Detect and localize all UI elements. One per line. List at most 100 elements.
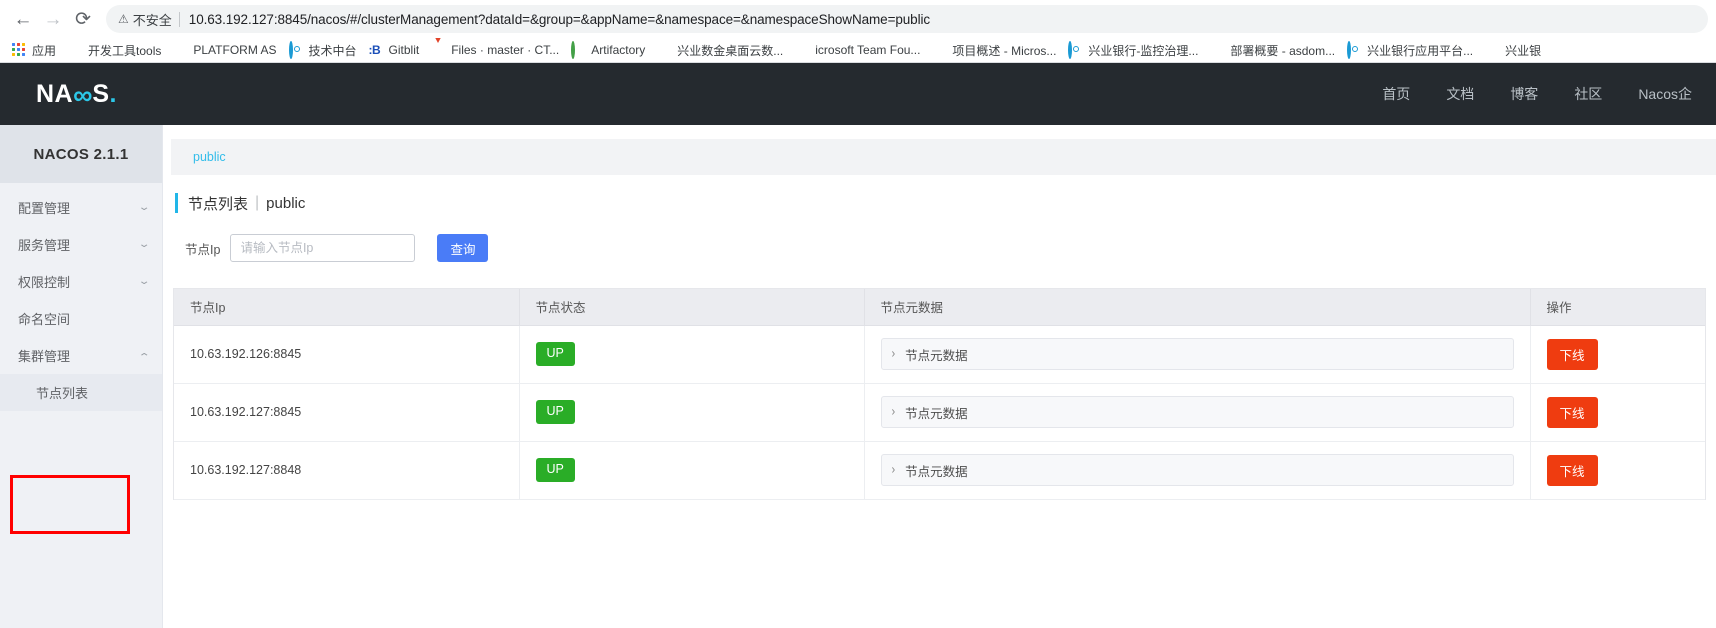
page-title: 节点列表 | public [175,192,1716,214]
nav-item-enterprise[interactable]: Nacos企 [1638,84,1692,104]
search-input[interactable] [230,234,416,262]
offline-button[interactable]: 下线 [1546,396,1598,428]
annotation-highlight-box [10,475,130,534]
page-layout: NACOS 2.1.1 配置管理 ⌄ 服务管理 ⌄ 权限控制 ⌄ 命名空间 集群… [0,125,1716,628]
globe-icon [173,43,188,58]
globe-icon [1485,43,1500,58]
nacos-logo[interactable]: NA ∞ S. [36,81,117,108]
search-form: 节点Ip 查询 [185,234,1716,262]
chevron-down-icon: ⌄ [137,202,151,213]
sidebar-item-node-list[interactable]: 节点列表 [0,374,162,411]
bookmark-label: 项目概述 - Micros... [952,43,1057,58]
node-table: 节点Ip 节点状态 节点元数据 操作 10.63.192.126:8845 UP [174,289,1705,500]
globe-icon [1210,43,1225,58]
tfs-icon [795,43,810,58]
bookmark-item[interactable]: 兴业数金桌面云数... [651,39,789,61]
logo-text-part1: NA [36,79,74,108]
chevron-right-icon: › [891,462,896,478]
page-title-namespace: public [266,194,306,212]
metadata-collapse-panel[interactable]: › 节点元数据 [880,454,1514,486]
sidebar-item-label: 集群管理 [18,349,71,364]
nav-item-home[interactable]: 首页 [1382,84,1410,104]
sidebar-item-label: 服务管理 [18,238,71,253]
sidebar-version-title: NACOS 2.1.1 [0,125,162,183]
metadata-label: 节点元数据 [905,464,968,479]
status-badge: UP [535,400,575,424]
logo-infinity-icon: ∞ [73,79,93,110]
logo-text-part2: S [92,79,110,108]
status-badge: UP [535,458,575,482]
cell-operation: 下线 [1530,383,1705,442]
reload-button[interactable]: ⟳ [68,4,98,34]
sidebar-menu: 配置管理 ⌄ 服务管理 ⌄ 权限控制 ⌄ 命名空间 集群管理 ⌄ 节点列表 [0,183,162,411]
table-header: 节点Ip 节点状态 节点元数据 操作 [174,289,1705,326]
query-button[interactable]: 查询 [437,234,489,262]
sidebar-item-permission-control[interactable]: 权限控制 ⌄ [0,263,162,300]
chevron-down-icon: ⌄ [137,239,151,250]
cell-node-status: UP [519,325,865,384]
bookmark-label: Gitblit [388,43,420,57]
forward-button[interactable]: → [38,4,68,34]
bookmark-item[interactable]: PLATFORM AS [167,39,282,61]
main-content: public 节点列表 | public 节点Ip 查询 节点Ip 节点状态 节… [163,125,1716,628]
bookmark-item[interactable]: :B Gitblit [363,39,426,61]
app-header: NA ∞ S. 首页 文档 博客 社区 Nacos企 [0,63,1716,125]
tfs-icon [932,43,947,58]
bookmark-item[interactable]: icrosoft Team Fou... [789,39,926,61]
bookmark-item[interactable]: 开发工具tools [62,39,167,61]
bookmark-item[interactable]: Artifactory [565,39,651,61]
metadata-collapse-panel[interactable]: › 节点元数据 [880,396,1514,428]
sidebar-item-label: 配置管理 [18,201,71,216]
bookmark-item[interactable]: 兴业银行-监控治理... [1062,39,1204,61]
table-row: 10.63.192.127:8845 UP › 节点元数据 下线 [174,383,1705,442]
bookmarks-bar: 应用 开发工具tools PLATFORM AS 技术中台 :B Gitblit… [0,38,1716,63]
sidebar-item-cluster-management[interactable]: 集群管理 ⌄ [0,337,162,374]
column-header-node-status: 节点状态 [519,289,865,326]
gitblit-icon: :B [368,42,381,57]
nav-item-docs[interactable]: 文档 [1446,84,1474,104]
cell-node-status: UP [519,441,865,500]
table-body: 10.63.192.126:8845 UP › 节点元数据 下线 10.63.1… [174,325,1705,500]
cell-node-ip: 10.63.192.126:8845 [174,325,520,384]
bookmark-label: Artifactory [591,43,646,57]
browser-toolbar: ← → ⟳ ⚠ 不安全 10.63.192.127:8845/nacos/#/c… [0,0,1716,38]
bookmark-item[interactable]: 兴业银 [1479,39,1547,61]
cell-operation: 下线 [1530,325,1705,384]
security-status-label: 不安全 [132,12,172,28]
bookmark-label: Files · master · CT... [451,43,560,57]
column-header-node-ip: 节点Ip [174,289,520,326]
table-row: 10.63.192.127:8848 UP › 节点元数据 下线 [174,441,1705,500]
metadata-collapse-panel[interactable]: › 节点元数据 [880,338,1514,370]
sidebar-item-label: 权限控制 [18,275,71,290]
bookmark-item[interactable]: Files · master · CT... [425,38,565,61]
sidebar-item-label: 命名空间 [18,312,71,327]
sidebar-item-namespace[interactable]: 命名空间 [0,300,162,337]
bookmark-item[interactable]: 兴业银行应用平台... [1341,39,1479,61]
node-table-container: 节点Ip 节点状态 节点元数据 操作 10.63.192.126:8845 UP [173,288,1706,500]
offline-button[interactable]: 下线 [1546,454,1598,486]
sidebar-subitem-label: 节点列表 [36,386,89,401]
cell-node-metadata: › 节点元数据 [864,441,1531,500]
bookmark-apps[interactable]: 应用 [6,39,62,61]
bookmark-item[interactable]: 部署概要 - asdom... [1204,39,1341,61]
bookmark-item[interactable]: 技术中台 [283,39,363,61]
bookmark-label: PLATFORM AS [193,43,277,57]
sidebar-item-config-management[interactable]: 配置管理 ⌄ [0,189,162,226]
spiral-icon [288,40,304,59]
artifactory-icon [571,40,586,59]
bookmark-label: 部署概要 - asdom... [1230,43,1336,58]
globe-icon [657,43,672,58]
nav-item-community[interactable]: 社区 [1574,84,1602,104]
metadata-label: 节点元数据 [905,406,968,421]
breadcrumb: public [171,139,1716,175]
back-button[interactable]: ← [8,4,38,34]
not-secure-warning-icon: ⚠ [118,12,129,26]
sidebar-item-service-management[interactable]: 服务管理 ⌄ [0,226,162,263]
address-bar[interactable]: ⚠ 不安全 10.63.192.127:8845/nacos/#/cluster… [106,5,1708,33]
breadcrumb-namespace-link[interactable]: public [193,150,226,164]
bookmark-label: 兴业数金桌面云数... [677,43,784,58]
offline-button[interactable]: 下线 [1546,338,1598,370]
url-text: 10.63.192.127:8845/nacos/#/clusterManage… [188,11,931,27]
nav-item-blog[interactable]: 博客 [1510,84,1538,104]
bookmark-item[interactable]: 项目概述 - Micros... [926,39,1062,61]
